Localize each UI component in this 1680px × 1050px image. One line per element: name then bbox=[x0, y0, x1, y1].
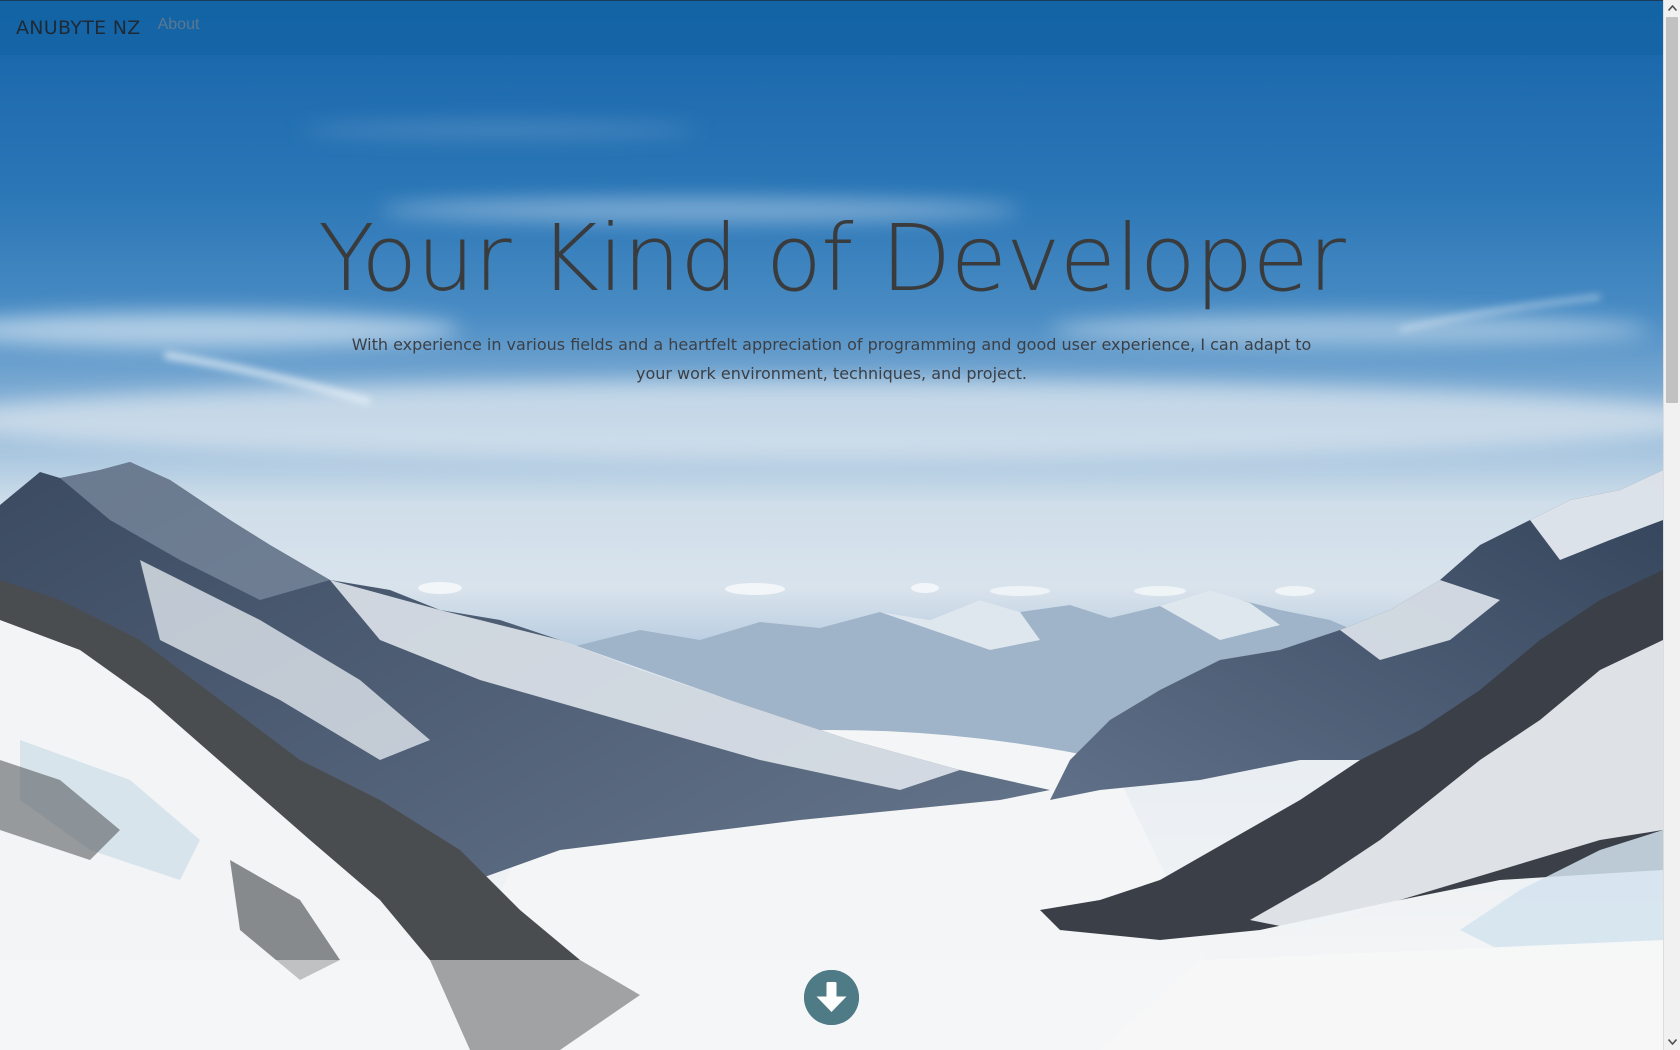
hero-subtitle: With experience in various fields and a … bbox=[351, 335, 1312, 383]
nav-link-about[interactable]: About bbox=[158, 16, 200, 34]
brand-logo[interactable]: ANUBYTE NZ bbox=[16, 17, 141, 39]
scroll-down-button[interactable] bbox=[804, 970, 859, 1025]
vertical-scrollbar[interactable] bbox=[1663, 0, 1680, 1050]
chevron-down-icon[interactable] bbox=[1664, 1034, 1680, 1050]
hero-title: Your Kind of Developer bbox=[318, 205, 1346, 312]
page: ANUBYTE NZ About Your Kind of Developer … bbox=[0, 0, 1680, 1050]
arrow-circle-down-icon bbox=[804, 970, 859, 1025]
hero-section: ANUBYTE NZ About Your Kind of Developer … bbox=[0, 0, 1663, 1050]
scrollbar-thumb[interactable] bbox=[1666, 17, 1678, 403]
top-navbar: ANUBYTE NZ About bbox=[0, 0, 1663, 55]
chevron-up-icon[interactable] bbox=[1664, 0, 1680, 16]
hero-background-image bbox=[0, 0, 1663, 1050]
